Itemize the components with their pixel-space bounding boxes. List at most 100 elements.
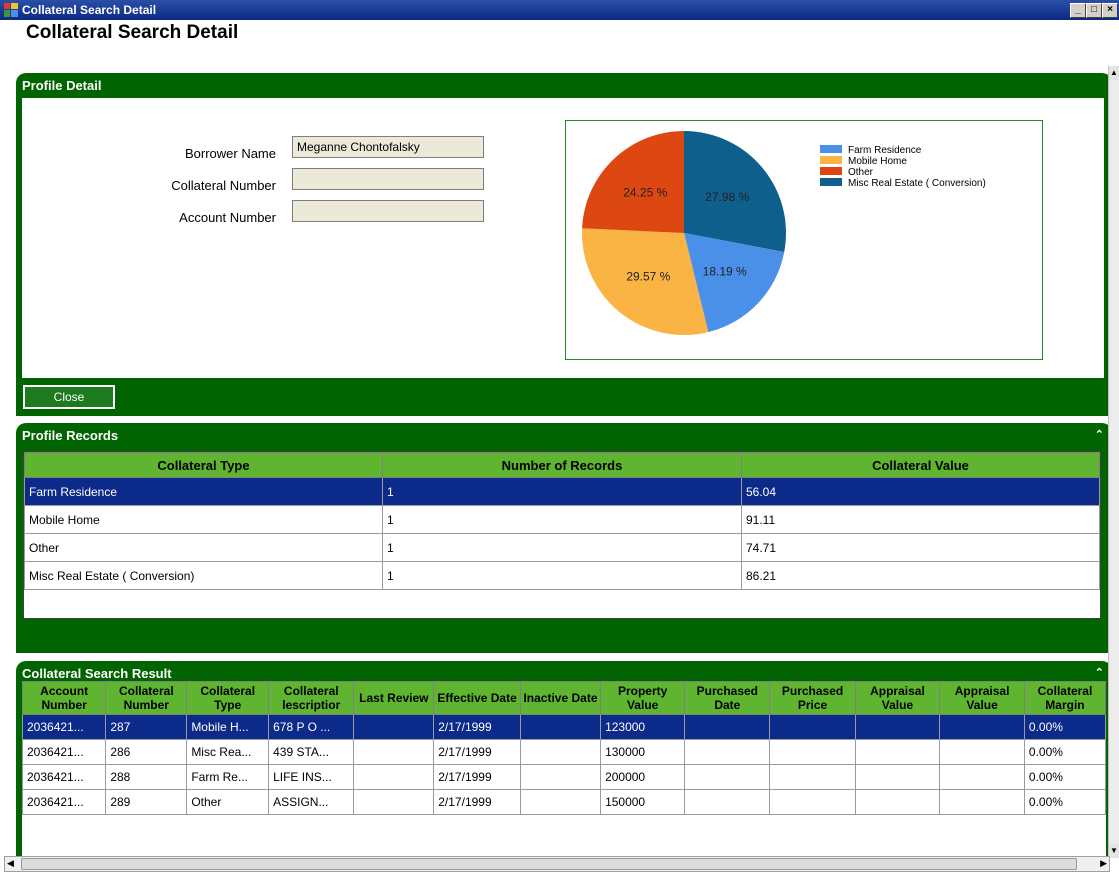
table-cell: Other	[24, 533, 383, 562]
column-header[interactable]: Number of Records	[382, 452, 742, 478]
pie-chart-svg: 27.98 % 18.19 % 29.57 % 24.25 % Farm Residen…	[582, 131, 986, 335]
table-cell: 2036421...	[22, 714, 107, 740]
page-title: Collateral Search Detail	[26, 22, 239, 43]
table-cell: 74.71	[741, 533, 1100, 562]
table-cell	[769, 789, 856, 815]
table-cell: 2036421...	[22, 789, 107, 815]
table-header-row: Account Number Collateral Number Collatera…	[22, 681, 1106, 715]
column-header[interactable]: Property Value	[600, 681, 686, 715]
collateral-pie-chart: 27.98 % 18.19 % 29.57 % 24.25 % Farm Residen…	[565, 120, 1043, 360]
table-row[interactable]: 2036421... 286 Misc Rea... 439 STA... 2/17/1…	[22, 739, 1106, 765]
legend-label: Mobile Home	[848, 156, 907, 167]
table-cell	[353, 764, 435, 790]
scroll-thumb[interactable]	[21, 858, 1077, 870]
minimize-button[interactable]: _	[1070, 3, 1086, 18]
table-cell: 86.21	[741, 561, 1100, 590]
close-button[interactable]: Close	[23, 385, 115, 409]
column-header[interactable]: Collateral Number	[105, 681, 188, 715]
table-cell: 1	[382, 477, 742, 506]
collateral-number-field[interactable]	[292, 168, 484, 190]
vertical-scrollbar[interactable]: ▲ ▼	[1108, 66, 1119, 858]
table-cell: 439 STA...	[268, 739, 355, 765]
table-cell: 0.00%	[1023, 764, 1106, 790]
table-cell: 0.00%	[1023, 714, 1106, 740]
table-cell: 287	[105, 714, 188, 740]
borrower-name-field[interactable]: Meganne Chontofalsky	[292, 136, 484, 158]
table-cell: 123000	[600, 714, 686, 740]
scroll-down-icon[interactable]: ▼	[1109, 844, 1119, 858]
title-bar[interactable]: Collateral Search Detail _ □ ×	[0, 0, 1119, 20]
table-header-row: Collateral Type Number of Records Collater…	[24, 452, 1100, 478]
column-header[interactable]: Collateral lescriptior	[268, 681, 355, 715]
window-title: Collateral Search Detail	[22, 3, 157, 17]
table-row[interactable]: 2036421... 289 Other ASSIGN... 2/17/1999 1500…	[22, 789, 1106, 815]
scroll-right-icon[interactable]: ▶	[1100, 858, 1107, 869]
pie-label: 18.19 %	[703, 265, 747, 279]
legend-swatch	[820, 167, 842, 175]
table-row[interactable]: Farm Residence 1 56.04	[24, 477, 1100, 506]
table-cell: Mobile Home	[24, 505, 383, 534]
profile-detail-header: Profile Detail	[22, 78, 102, 93]
column-header[interactable]: Appraisal Value	[854, 681, 941, 715]
column-header[interactable]: Collateral Margin	[1023, 681, 1106, 715]
column-header[interactable]: Purchased Date	[684, 681, 771, 715]
table-cell: 2036421...	[22, 764, 107, 790]
column-header[interactable]: Collateral Value	[741, 452, 1100, 478]
table-cell	[519, 764, 602, 790]
profile-records-grid: Collateral Type Number of Records Collater…	[23, 451, 1101, 619]
column-header[interactable]: Appraisal Value	[939, 681, 1025, 715]
pie-label: 29.57 %	[626, 269, 670, 283]
search-result-grid: Account Number Collateral Number Collatera…	[22, 681, 1106, 861]
maximize-button[interactable]: □	[1086, 3, 1102, 18]
profile-records-panel: Profile Records ⌃ Collateral Type Number …	[16, 423, 1112, 653]
table-row[interactable]: 2036421... 287 Mobile H... 678 P O ... 2/17/…	[22, 714, 1106, 740]
table-cell	[353, 714, 435, 740]
legend-swatch	[820, 178, 842, 186]
account-number-field[interactable]	[292, 200, 484, 222]
column-header[interactable]: Collateral Type	[24, 452, 383, 478]
app-icon	[4, 3, 18, 17]
close-window-button[interactable]: ×	[1102, 3, 1118, 18]
table-cell: 2/17/1999	[433, 739, 521, 765]
table-cell: Misc Rea...	[186, 739, 270, 765]
table-row[interactable]: Other 1 74.71	[24, 533, 1100, 562]
collateral-search-window: Collateral Search Detail _ □ × Collatera…	[0, 0, 1119, 875]
table-cell: Farm Residence	[24, 477, 383, 506]
horizontal-scrollbar[interactable]: ◀ ▶	[4, 856, 1110, 872]
table-row[interactable]: Misc Real Estate ( Conversion) 1 86.21	[24, 561, 1100, 590]
table-cell: 0.00%	[1023, 739, 1106, 765]
table-cell	[684, 739, 771, 765]
pie-slice-other	[582, 131, 684, 233]
table-cell	[684, 714, 771, 740]
profile-detail-body: Borrower Name Meganne Chontofalsky Colla…	[22, 98, 1104, 378]
legend-swatch	[820, 156, 842, 164]
table-cell	[684, 789, 771, 815]
scroll-left-icon[interactable]: ◀	[7, 858, 14, 869]
pie-label: 27.98 %	[705, 190, 749, 204]
column-header[interactable]: Purchased Price	[769, 681, 856, 715]
collapse-icon[interactable]: ⌃	[1095, 428, 1104, 441]
column-header[interactable]: Last Review	[353, 681, 435, 715]
table-cell	[519, 714, 602, 740]
table-cell: Misc Real Estate ( Conversion)	[24, 561, 383, 590]
collateral-number-label: Collateral Number	[171, 178, 276, 193]
column-header[interactable]: Collateral Type	[186, 681, 270, 715]
table-cell: 289	[105, 789, 188, 815]
profile-records-header: Profile Records	[22, 428, 119, 443]
column-header[interactable]: Account Number	[22, 681, 107, 715]
table-row[interactable]: 2036421... 288 Farm Re... LIFE INS... 2/17/1…	[22, 764, 1106, 790]
table-cell: 288	[105, 764, 188, 790]
column-header[interactable]: Inactive Date	[519, 681, 602, 715]
table-cell: 2/17/1999	[433, 789, 521, 815]
column-header[interactable]: Effective Date	[433, 681, 521, 715]
table-cell	[939, 739, 1025, 765]
profile-detail-panel: Profile Detail Borrower Name Meganne Cho…	[16, 73, 1112, 416]
table-cell: 0.00%	[1023, 789, 1106, 815]
search-result-table: Account Number Collateral Number Collatera…	[22, 681, 1106, 815]
legend-label: Misc Real Estate ( Conversion)	[848, 178, 986, 189]
table-cell	[519, 789, 602, 815]
table-row[interactable]: Mobile Home 1 91.11	[24, 505, 1100, 534]
collapse-icon[interactable]: ⌃	[1095, 666, 1104, 679]
table-cell	[854, 789, 941, 815]
scroll-up-icon[interactable]: ▲	[1109, 66, 1119, 80]
